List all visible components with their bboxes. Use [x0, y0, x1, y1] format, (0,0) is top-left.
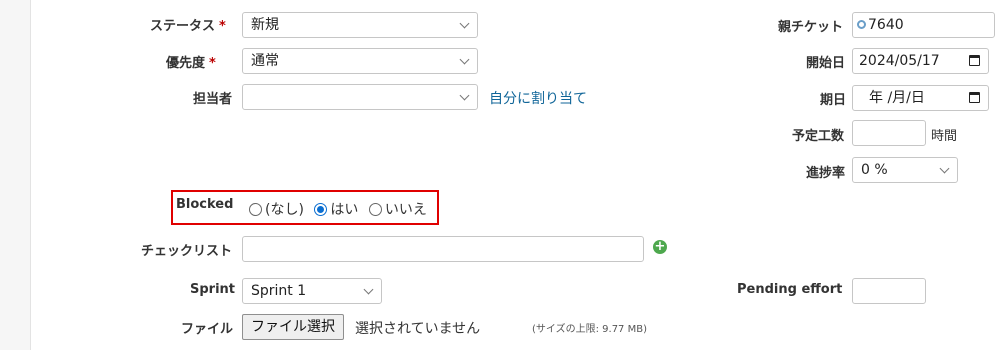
sprint-label: Sprint [190, 282, 236, 297]
priority-value: 通常 [251, 53, 279, 69]
parent-ticket-input[interactable]: 7640 [852, 12, 995, 38]
pending-effort-label: Pending effort [737, 282, 843, 297]
parent-ticket-label: 親チケット [778, 20, 844, 35]
radio-button[interactable] [314, 202, 328, 216]
due-date-label: 期日 [820, 93, 847, 108]
calendar-icon[interactable] [969, 55, 980, 66]
chevron-down-icon [459, 90, 470, 101]
blocked-option-label: (なし) [265, 202, 304, 218]
blocked-option-none[interactable]: (なし) [249, 201, 304, 218]
chevron-down-icon [363, 284, 374, 295]
file-label: ファイル [181, 322, 234, 337]
done-ratio-select[interactable]: 0 % [852, 157, 958, 183]
blocked-label: Blocked [176, 197, 234, 212]
required-mark: * [219, 19, 226, 34]
add-icon[interactable]: + [653, 240, 667, 254]
chevron-down-icon [939, 163, 950, 174]
assign-to-me-link[interactable]: 自分に割り当て [489, 88, 587, 108]
start-date-label: 開始日 [806, 56, 846, 71]
blocked-radio-group: (なし) はい いいえ [249, 199, 433, 219]
start-date-value: 2024/05/17 [859, 53, 940, 69]
status-select[interactable]: 新規 [242, 12, 478, 38]
due-date-input[interactable]: 年 /月/日 [852, 85, 989, 111]
radio-button[interactable] [368, 202, 382, 216]
file-status: 選択されていません [355, 321, 481, 337]
chevron-down-icon [459, 54, 470, 65]
priority-label-text: 優先度 [166, 56, 206, 71]
sprint-select[interactable]: Sprint 1 [242, 278, 382, 304]
file-size-note: (サイズの上限: 9.77 MB) [532, 324, 647, 335]
start-date-input[interactable]: 2024/05/17 [852, 48, 989, 74]
sprint-value: Sprint 1 [251, 283, 307, 299]
estimated-time-label: 予定工数 [792, 129, 845, 144]
due-date-value: 年 /月/日 [869, 90, 925, 106]
done-ratio-label: 進捗率 [806, 166, 846, 181]
assignee-select[interactable] [242, 84, 478, 110]
blocked-option-label: いいえ [384, 202, 427, 218]
choose-file-button[interactable]: ファイル選択 [242, 314, 344, 340]
chevron-down-icon [459, 18, 470, 29]
status-label-text: ステータス [150, 19, 216, 34]
hours-unit: 時間 [931, 129, 958, 144]
done-ratio-value: 0 % [861, 162, 888, 178]
search-icon [857, 19, 866, 29]
blocked-option-no[interactable]: いいえ [368, 201, 427, 218]
status-value: 新規 [251, 17, 279, 33]
assignee-label: 担当者 [193, 92, 233, 107]
radio-button[interactable] [249, 202, 262, 216]
left-gutter [0, 0, 31, 350]
calendar-icon[interactable] [969, 92, 980, 103]
blocked-option-label: はい [330, 202, 359, 218]
checklist-input[interactable] [242, 236, 644, 262]
priority-label: 優先度 * [166, 52, 216, 71]
priority-select[interactable]: 通常 [242, 48, 478, 74]
status-label: ステータス * [150, 15, 226, 34]
parent-ticket-value: 7640 [868, 17, 904, 33]
required-mark: * [209, 56, 216, 71]
blocked-option-yes[interactable]: はい [314, 201, 359, 218]
checklist-label: チェックリスト [141, 244, 233, 259]
estimated-time-input[interactable] [852, 120, 926, 146]
pending-effort-input[interactable] [852, 278, 926, 304]
